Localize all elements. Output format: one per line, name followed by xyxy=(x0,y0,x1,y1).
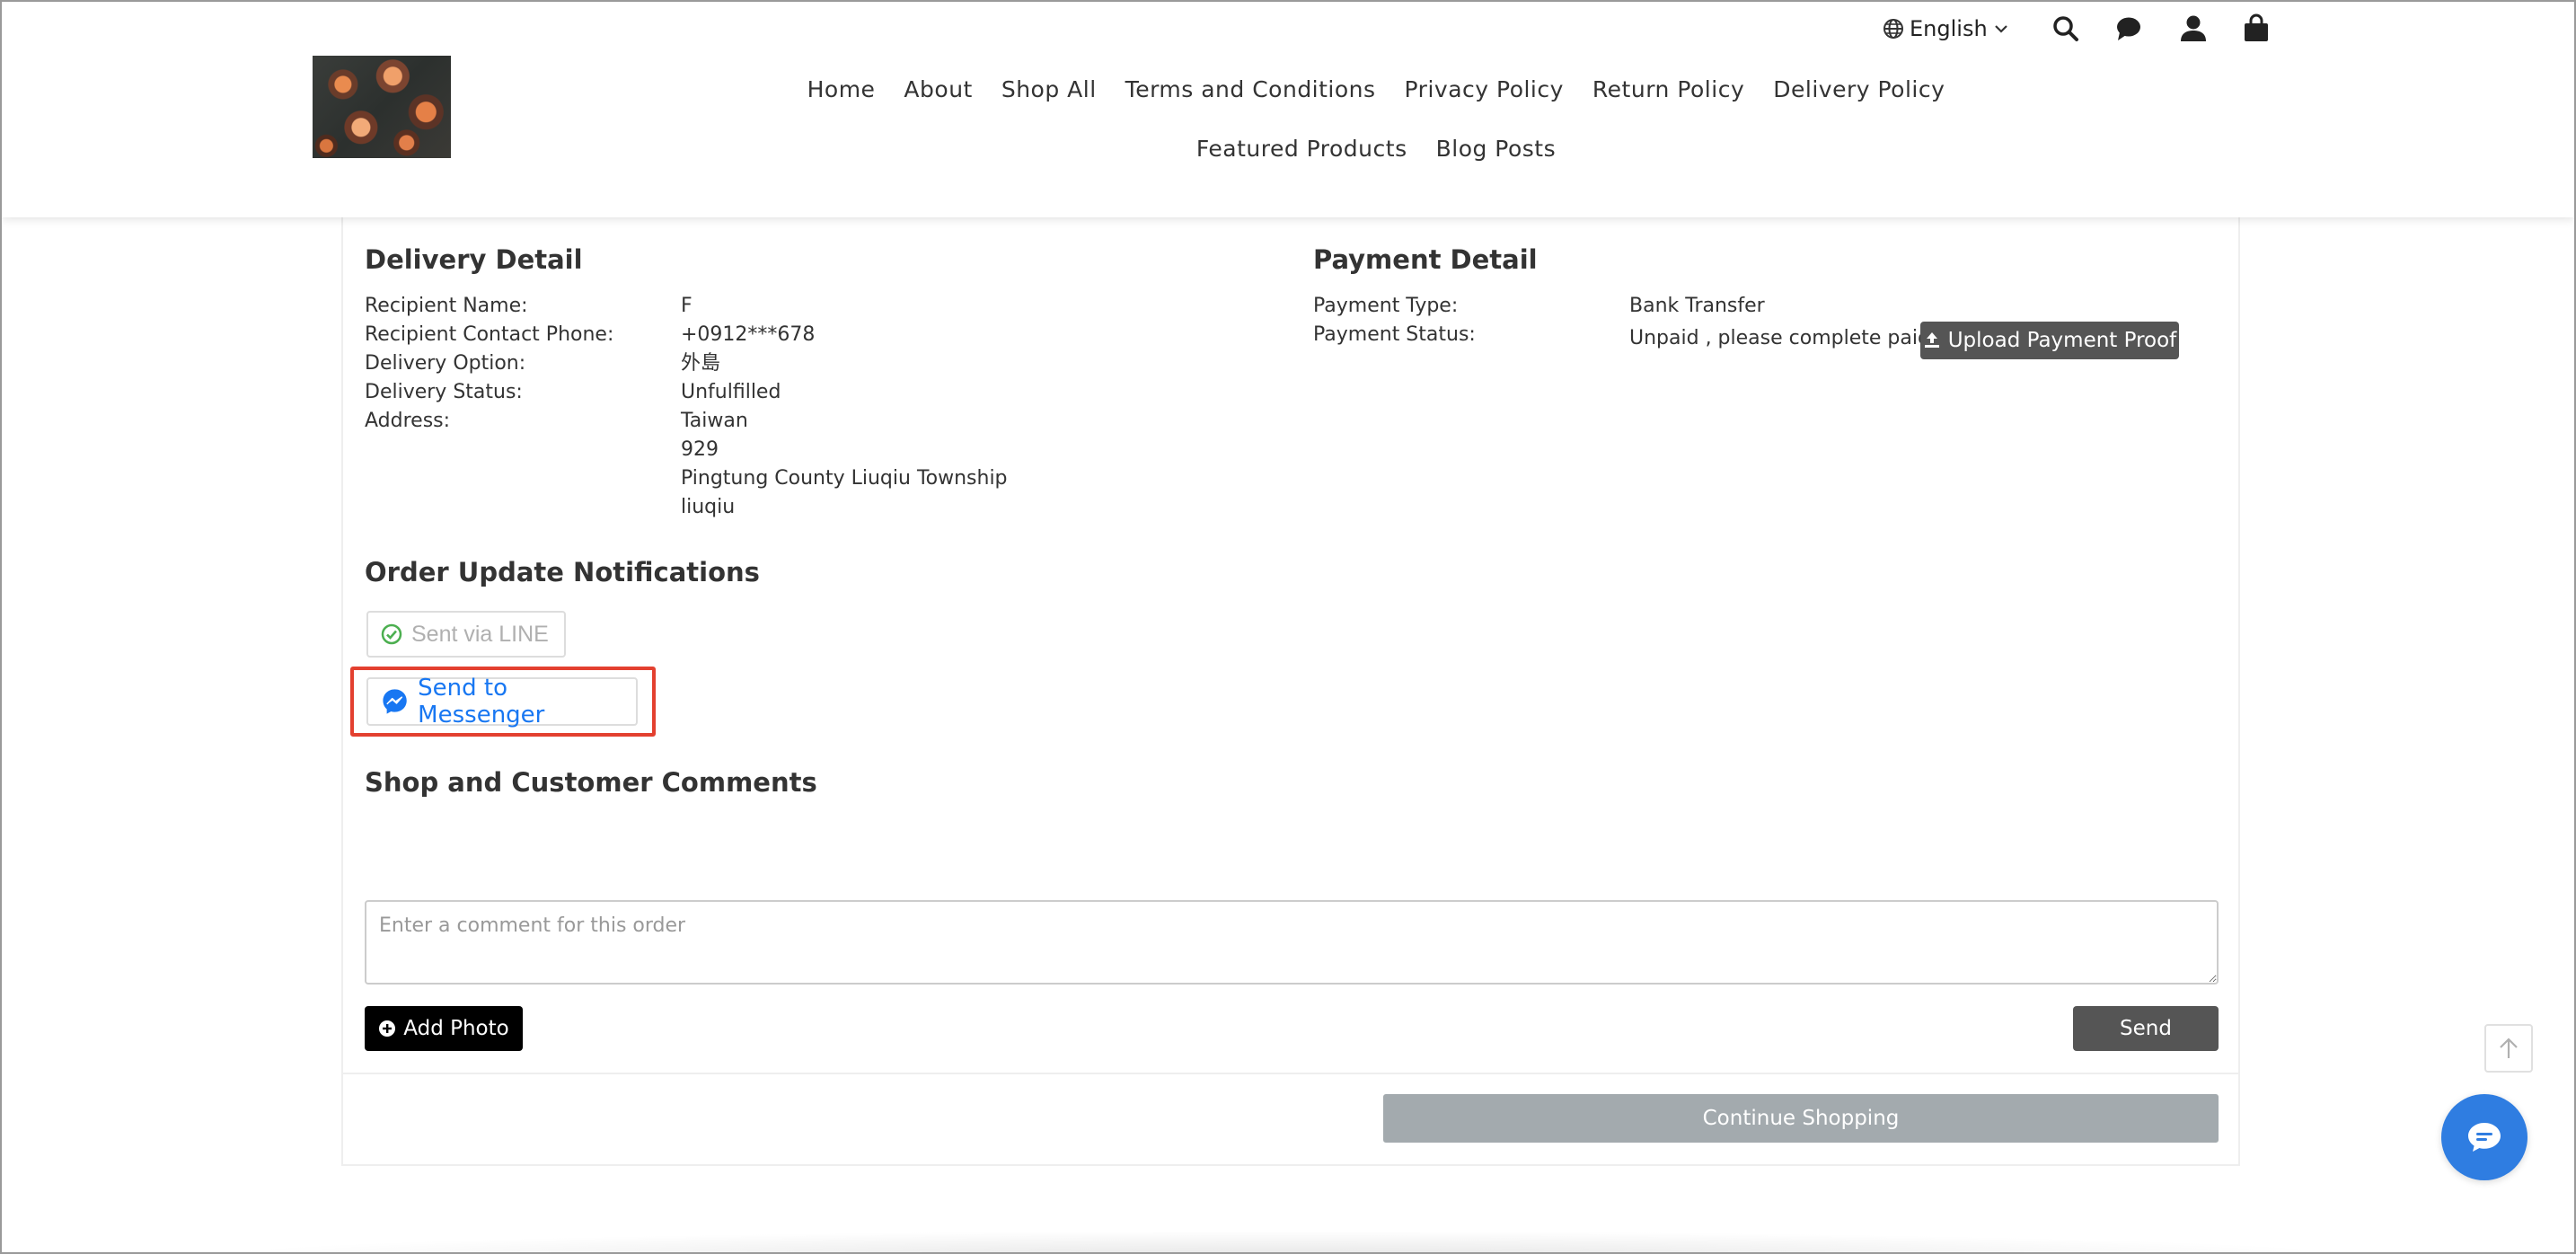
nav-return-policy[interactable]: Return Policy xyxy=(1578,74,1759,106)
delivery-detail-heading: Delivery Detail xyxy=(365,244,583,275)
send-comment-button[interactable]: Send xyxy=(2073,1006,2219,1051)
site-header: English Home About Shop All Terms and Co… xyxy=(2,2,2574,217)
upload-payment-proof-button[interactable]: Upload Payment Proof xyxy=(1920,322,2179,359)
payment-status-value: Unpaid , please complete paid xyxy=(1629,327,1930,349)
payment-detail-heading: Payment Detail xyxy=(1313,244,1538,275)
page-frame: English Home About Shop All Terms and Co… xyxy=(0,0,2576,1254)
continue-shopping-label: Continue Shopping xyxy=(1702,1107,1900,1130)
chat-widget-button[interactable] xyxy=(2441,1094,2527,1180)
add-photo-label: Add Photo xyxy=(403,1017,509,1040)
nav-featured-products[interactable]: Featured Products xyxy=(1182,133,1422,165)
globe-icon xyxy=(1883,19,1903,39)
check-circle-icon xyxy=(381,623,402,645)
address-line: liuqiu xyxy=(681,496,736,518)
sent-via-line-button: Sent via LINE xyxy=(366,611,566,658)
upload-icon xyxy=(1924,332,1939,348)
account-icon[interactable] xyxy=(2177,13,2210,45)
store-logo[interactable] xyxy=(313,56,451,158)
add-photo-button[interactable]: Add Photo xyxy=(365,1006,523,1051)
continue-shopping-button[interactable]: Continue Shopping xyxy=(1383,1094,2219,1143)
payment-type-value: Bank Transfer xyxy=(1629,295,1765,317)
delivery-option-value: 外島 xyxy=(681,352,721,375)
nav-terms[interactable]: Terms and Conditions xyxy=(1111,74,1390,106)
nav-shop-all[interactable]: Shop All xyxy=(987,74,1111,106)
section-divider xyxy=(343,1073,2238,1074)
delivery-option-label: Delivery Option: xyxy=(365,352,526,375)
address-label: Address: xyxy=(365,410,451,432)
sent-via-line-label: Sent via LINE xyxy=(411,621,549,647)
recipient-name-value: F xyxy=(681,295,693,317)
chat-bubble-icon[interactable] xyxy=(2113,13,2145,45)
messenger-icon xyxy=(383,689,407,714)
send-to-messenger-label: Send to Messenger xyxy=(418,675,545,729)
cart-icon[interactable] xyxy=(2240,13,2272,45)
delivery-status-value: Unfulfilled xyxy=(681,381,781,403)
order-comment-input[interactable] xyxy=(365,900,2219,985)
payment-type-label: Payment Type: xyxy=(1313,295,1459,317)
language-label: English xyxy=(1910,16,1988,41)
nav-about[interactable]: About xyxy=(889,74,986,106)
nav-home[interactable]: Home xyxy=(793,74,890,106)
send-comment-label: Send xyxy=(2120,1017,2172,1040)
nav-delivery-policy[interactable]: Delivery Policy xyxy=(1759,74,1959,106)
address-line: 929 xyxy=(681,438,719,461)
footer-edge xyxy=(181,1231,2391,1252)
recipient-name-label: Recipient Name: xyxy=(365,295,528,317)
upload-payment-proof-label: Upload Payment Proof xyxy=(1947,329,2177,352)
comments-heading: Shop and Customer Comments xyxy=(365,767,817,798)
chevron-down-icon xyxy=(1994,25,2007,33)
language-selector[interactable]: English xyxy=(1883,13,2009,45)
send-to-messenger-button[interactable]: Send to Messenger xyxy=(366,675,638,729)
nav-blog-posts[interactable]: Blog Posts xyxy=(1422,133,1571,165)
notifications-heading: Order Update Notifications xyxy=(365,557,760,587)
delivery-status-label: Delivery Status: xyxy=(365,381,523,403)
address-line: Taiwan xyxy=(681,410,748,432)
phone-label: Recipient Contact Phone: xyxy=(365,323,614,346)
nav-privacy[interactable]: Privacy Policy xyxy=(1390,74,1578,106)
address-line: Pingtung County Liuqiu Township xyxy=(681,467,1008,490)
main-nav: Home About Shop All Terms and Conditions… xyxy=(702,74,2050,165)
chat-icon xyxy=(2468,1123,2501,1152)
search-icon[interactable] xyxy=(2050,13,2082,45)
plus-circle-icon xyxy=(379,1020,396,1037)
payment-status-label: Payment Status: xyxy=(1313,323,1476,346)
phone-value: +0912***678 xyxy=(681,323,816,346)
back-to-top-button[interactable] xyxy=(2484,1024,2533,1073)
arrow-up-icon xyxy=(2500,1038,2518,1058)
